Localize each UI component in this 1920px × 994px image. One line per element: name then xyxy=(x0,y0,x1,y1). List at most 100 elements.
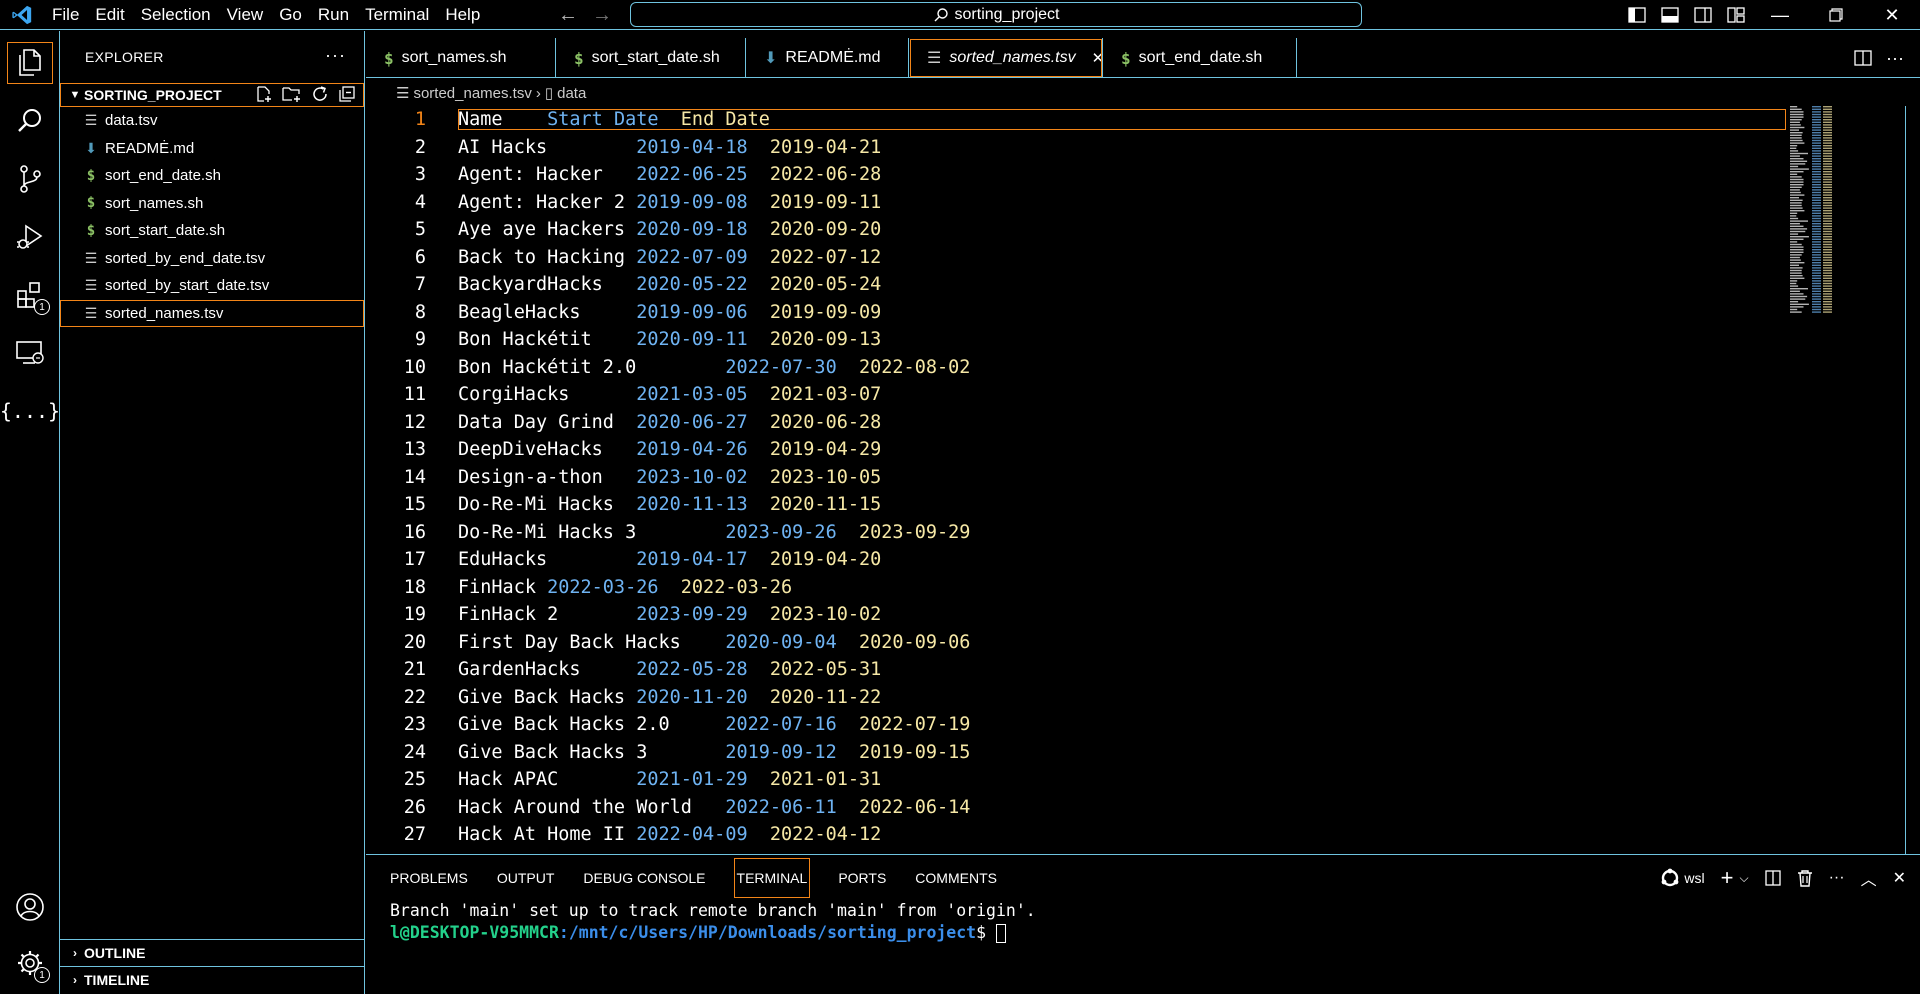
minimap-line xyxy=(1812,147,1821,149)
outline-section-header[interactable]: › OUTLINE xyxy=(60,939,365,966)
event-name: First Day Back Hacks xyxy=(458,631,681,653)
tab-whitespace xyxy=(569,384,636,405)
accounts-activity[interactable] xyxy=(0,879,60,935)
file-item-data-tsv[interactable]: ☰ data.tsv xyxy=(60,107,364,135)
source-control-activity[interactable] xyxy=(0,151,60,207)
file-item-sorted-by-end-date[interactable]: ☰ sorted_by_end_date.tsv xyxy=(60,245,364,273)
split-editor-icon[interactable] xyxy=(1854,50,1872,66)
new-file-icon[interactable] xyxy=(255,85,273,103)
shell-script-icon: $ xyxy=(86,167,96,184)
breadcrumb-symbol[interactable]: data xyxy=(557,85,586,102)
command-center-search[interactable]: sorting_project xyxy=(630,2,1362,27)
end-date: 2022-06-14 xyxy=(859,796,971,818)
header-content: Name Start Date End Date xyxy=(458,109,1786,131)
more-actions-icon[interactable]: ··· xyxy=(1886,48,1904,69)
file-item-sorted-names[interactable]: ☰ sorted_names.tsv xyxy=(60,299,364,327)
project-folder-header[interactable]: ▼ SORTING_PROJECT xyxy=(60,83,364,107)
tab-sort-names[interactable]: $ sort_names.sh xyxy=(366,38,556,78)
timeline-section-header[interactable]: › TIMELINE xyxy=(60,966,365,993)
line-number: 5 xyxy=(414,219,426,241)
menu-terminal[interactable]: Terminal xyxy=(357,0,437,30)
restore-window-button[interactable] xyxy=(1808,0,1864,30)
menu-help[interactable]: Help xyxy=(437,0,488,30)
title-actions: — ✕ xyxy=(1620,0,1920,30)
line-content: CorgiHacks 2021-03-05 2021-03-07 xyxy=(458,384,881,405)
close-panel-icon[interactable]: ✕ xyxy=(1893,868,1906,888)
json-activity[interactable]: {...} xyxy=(0,383,60,439)
minimap-line xyxy=(1790,311,1802,313)
menu-run[interactable]: Run xyxy=(310,0,357,30)
manage-activity[interactable]: 1 xyxy=(0,935,60,991)
toggle-primary-sidebar-icon[interactable] xyxy=(1620,0,1653,30)
breadcrumb-file[interactable]: sorted_names.tsv xyxy=(413,85,531,102)
remote-explorer-activity[interactable] xyxy=(0,325,60,381)
minimap-line xyxy=(1823,308,1832,311)
tab-whitespace xyxy=(837,797,859,818)
tab-sorted-names[interactable]: ☰ sorted_names.tsv ✕ xyxy=(909,38,1104,78)
back-arrow-icon[interactable]: ← xyxy=(558,4,578,27)
new-terminal-icon[interactable]: + xyxy=(1721,865,1734,891)
tab-readme[interactable]: ⬇ READMĖ.md xyxy=(746,38,909,78)
more-actions-icon[interactable]: ··· xyxy=(325,45,346,66)
minimap-line xyxy=(1790,111,1804,113)
end-date: 2022-07-19 xyxy=(859,714,971,736)
extensions-activity[interactable]: 1 xyxy=(0,267,60,323)
minimize-window-button[interactable]: — xyxy=(1752,0,1808,30)
line-content: BackyardHacks 2020-05-22 2020-05-24 xyxy=(458,274,881,295)
minimap-line xyxy=(1823,155,1832,157)
minimap-line xyxy=(1823,145,1832,147)
vertical-scrollbar[interactable] xyxy=(1905,106,1920,854)
maximize-panel-icon[interactable]: ︿ xyxy=(1861,866,1877,890)
file-item-sorted-by-start-date[interactable]: ☰ sorted_by_start_date.tsv xyxy=(60,272,364,300)
menu-view[interactable]: View xyxy=(219,0,272,30)
terminal-output[interactable]: Branch 'main' set up to track remote bra… xyxy=(366,900,1920,944)
minimap-line xyxy=(1812,163,1821,165)
chevron-down-icon[interactable]: ⌵ xyxy=(1739,871,1748,886)
tab-comments[interactable]: COMMENTS xyxy=(915,859,997,897)
tab-problems[interactable]: PROBLEMS xyxy=(390,859,468,897)
minimap-line xyxy=(1790,126,1805,129)
file-item-readme[interactable]: ⬇ READMĖ.md xyxy=(60,135,364,163)
split-terminal-icon[interactable] xyxy=(1764,870,1781,886)
minimap-line xyxy=(1812,259,1821,261)
more-actions-icon[interactable]: ··· xyxy=(1829,869,1845,887)
minimap[interactable] xyxy=(1790,106,1850,316)
collapse-all-icon[interactable] xyxy=(338,85,356,103)
minimap-line xyxy=(1812,241,1821,243)
minimap-line xyxy=(1823,301,1832,303)
tab-output[interactable]: OUTPUT xyxy=(497,859,555,897)
minimap-line xyxy=(1812,150,1821,152)
file-item-sort-names[interactable]: $ sort_names.sh xyxy=(60,190,364,218)
run-debug-activity[interactable] xyxy=(0,209,60,265)
menu-go[interactable]: Go xyxy=(271,0,310,30)
menu-file[interactable]: File xyxy=(44,0,87,30)
file-item-sort-end-date[interactable]: $ sort_end_date.sh xyxy=(60,162,364,190)
search-activity[interactable] xyxy=(0,93,60,149)
minimap-line xyxy=(1823,228,1832,230)
customize-layout-icon[interactable] xyxy=(1719,0,1752,30)
file-item-sort-start-date[interactable]: $ sort_start_date.sh xyxy=(60,217,364,245)
code-editor[interactable]: 1 Name Start Date End Date 2 AI Hacks 201… xyxy=(366,106,1920,854)
refresh-icon[interactable] xyxy=(311,85,329,103)
tab-sort-end-date[interactable]: $ sort_end_date.sh xyxy=(1103,38,1297,78)
explorer-activity[interactable] xyxy=(0,35,60,91)
terminal-profile[interactable]: wsl xyxy=(1660,868,1705,888)
toggle-panel-icon[interactable] xyxy=(1653,0,1686,30)
minimap-line xyxy=(1790,223,1800,225)
trash-icon[interactable] xyxy=(1797,869,1813,887)
new-folder-icon[interactable] xyxy=(282,85,302,103)
end-date: 2019-04-29 xyxy=(769,439,882,461)
menu-edit[interactable]: Edit xyxy=(87,0,132,30)
tab-ports[interactable]: PORTS xyxy=(838,859,886,897)
minimap-line xyxy=(1790,215,1797,217)
minimap-line xyxy=(1790,121,1800,123)
tab-sort-start-date[interactable]: $ sort_start_date.sh xyxy=(556,38,746,78)
end-date: 2020-11-22 xyxy=(769,686,882,708)
toggle-secondary-sidebar-icon[interactable] xyxy=(1686,0,1719,30)
line-content: Agent: Hacker 2022-06-25 2022-06-28 xyxy=(458,164,881,185)
forward-arrow-icon[interactable]: → xyxy=(592,4,612,27)
close-window-button[interactable]: ✕ xyxy=(1864,0,1920,30)
menu-selection[interactable]: Selection xyxy=(133,0,219,30)
tab-debug-console[interactable]: DEBUG CONSOLE xyxy=(583,859,705,897)
tab-terminal[interactable]: TERMINAL xyxy=(733,857,811,898)
